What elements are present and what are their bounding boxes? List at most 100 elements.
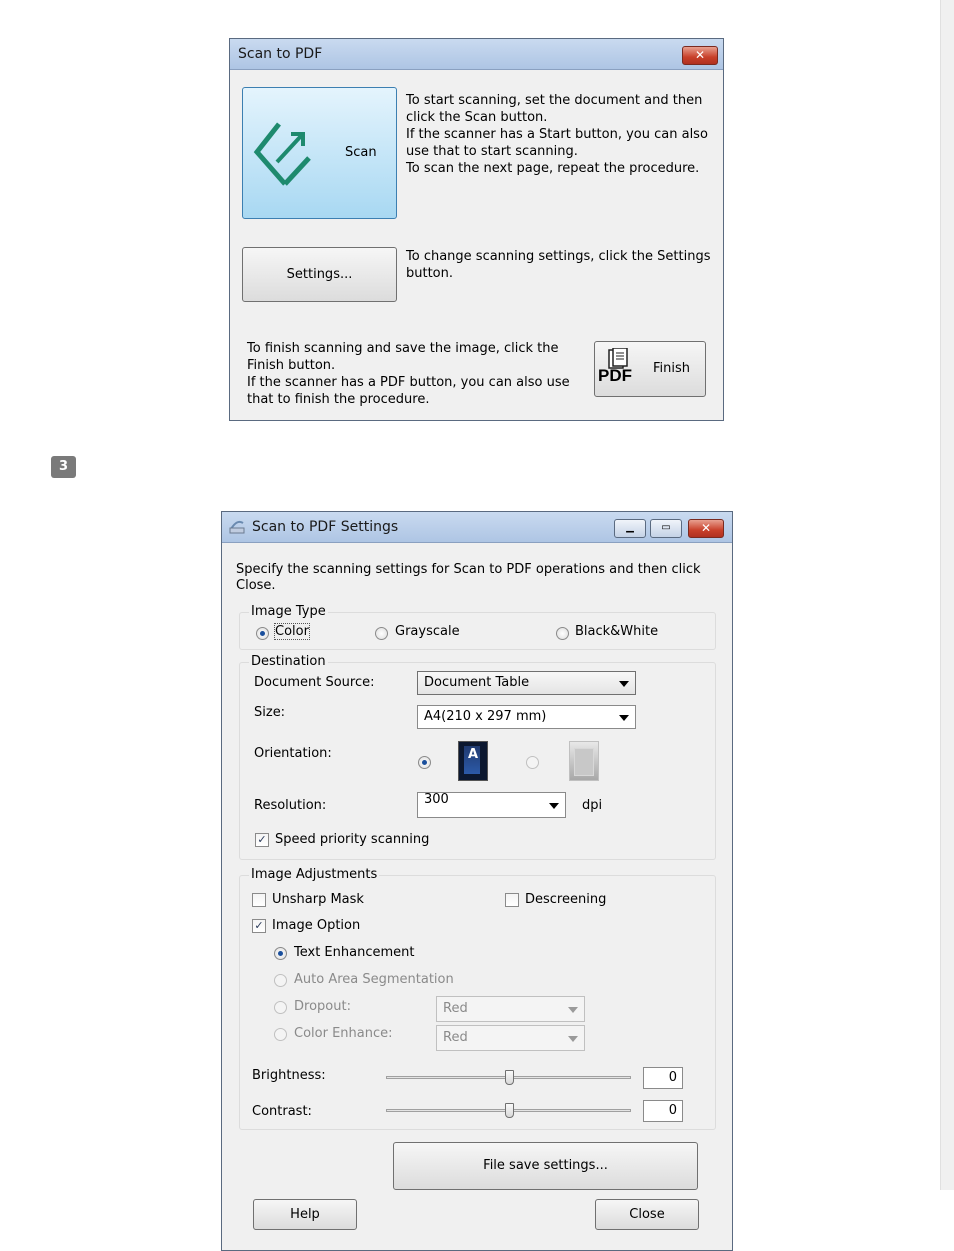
page-scrollbar[interactable] xyxy=(940,0,954,1235)
grayscale-option-label: Grayscale xyxy=(395,624,460,639)
checkmark-icon: ✓ xyxy=(257,833,267,846)
step-number-badge: 3 xyxy=(51,456,76,478)
close-icon: ✕ xyxy=(700,521,712,535)
close-button-label: Close xyxy=(629,1207,665,1222)
finish-text-line: To finish scanning and save the image, c… xyxy=(247,341,559,356)
finish-button[interactable]: PDF Finish xyxy=(594,341,706,397)
dialog-title: Scan to PDF xyxy=(238,46,323,62)
contrast-label: Contrast: xyxy=(252,1104,312,1119)
minimize-icon: ▁ xyxy=(626,522,634,533)
scan-text-line: To scan the next page, repeat the proced… xyxy=(406,161,700,176)
resolution-value: 300 xyxy=(424,792,449,807)
landscape-radio[interactable] xyxy=(526,756,539,769)
document-source-select[interactable]: Document Table xyxy=(417,671,636,695)
chevron-down-icon xyxy=(568,1007,578,1013)
settings-button-label: Settings... xyxy=(286,267,353,282)
settings-dialog-title: Scan to PDF Settings xyxy=(252,519,399,535)
scan-text-line: click the Scan button. xyxy=(406,110,548,125)
descreening-checkbox[interactable] xyxy=(505,893,519,907)
finish-instructions: To finish scanning and save the image, c… xyxy=(247,340,570,408)
maximize-button[interactable]: ▭ xyxy=(650,519,682,538)
scan-button-label: Scan xyxy=(345,145,377,160)
size-value: A4(210 x 297 mm) xyxy=(424,709,547,724)
text-enhancement-label: Text Enhancement xyxy=(294,945,415,960)
scan-instructions: To start scanning, set the document and … xyxy=(406,92,708,177)
chevron-down-icon xyxy=(549,803,559,809)
close-icon: ✕ xyxy=(694,48,706,62)
pdf-icon: PDF xyxy=(598,348,640,392)
portrait-radio[interactable] xyxy=(418,756,431,769)
black-white-option-label: Black&White xyxy=(575,624,659,639)
brightness-slider-thumb[interactable] xyxy=(505,1070,514,1085)
scan-to-pdf-settings-dialog: Scan to PDF Settings ▁ ▭ ✕ Specify the s… xyxy=(221,511,733,1251)
scan-text-line: If the scanner has a Start button, you c… xyxy=(406,127,708,142)
text-enhancement-radio[interactable] xyxy=(274,947,287,960)
color-enhance-select[interactable]: Red xyxy=(436,1025,585,1051)
unsharp-mask-checkbox[interactable] xyxy=(252,893,266,907)
scan-button[interactable]: Scan xyxy=(242,87,397,219)
intro-line: Specify the scanning settings for Scan t… xyxy=(236,562,701,577)
dialog-titlebar: Scan to PDF ✕ xyxy=(230,39,723,70)
image-option-label: Image Option xyxy=(272,918,361,933)
color-option-label: Color xyxy=(274,623,310,640)
size-label: Size: xyxy=(254,705,286,720)
black-white-radio[interactable] xyxy=(556,627,569,640)
scan-to-pdf-dialog: Scan to PDF ✕ Scan To start scanning, se… xyxy=(229,38,724,421)
unsharp-mask-label: Unsharp Mask xyxy=(272,892,364,907)
help-button-label: Help xyxy=(290,1207,320,1222)
chevron-down-icon xyxy=(619,681,629,687)
pdf-icon-label: PDF xyxy=(598,366,632,385)
chevron-down-icon xyxy=(568,1036,578,1042)
image-type-label: Image Type xyxy=(249,604,328,619)
image-option-checkbox[interactable]: ✓ xyxy=(252,919,266,933)
finish-text-line: Finish button. xyxy=(247,358,336,373)
scan-text-line: use that to start scanning. xyxy=(406,144,578,159)
close-button[interactable]: ✕ xyxy=(682,46,718,65)
file-save-settings-button[interactable]: File save settings... xyxy=(393,1142,698,1190)
scan-icon xyxy=(253,122,311,186)
finish-button-label: Finish xyxy=(653,361,691,376)
speed-priority-label: Speed priority scanning xyxy=(275,832,430,847)
document-source-value: Document Table xyxy=(424,675,530,690)
color-enhance-value: Red xyxy=(443,1030,468,1045)
dropout-value: Red xyxy=(443,1001,468,1016)
settings-close-button[interactable]: ✕ xyxy=(688,519,724,538)
dropout-select[interactable]: Red xyxy=(436,996,585,1022)
settings-text-line: To change scanning settings, click the S… xyxy=(406,249,711,264)
checkmark-icon: ✓ xyxy=(254,919,264,932)
color-radio[interactable] xyxy=(256,627,269,640)
color-enhance-radio[interactable] xyxy=(274,1028,287,1041)
descreening-label: Descreening xyxy=(525,892,607,907)
brightness-input[interactable]: 0 xyxy=(643,1067,683,1089)
document-source-label: Document Source: xyxy=(254,675,375,690)
contrast-slider-thumb[interactable] xyxy=(505,1103,514,1118)
close-button[interactable]: Close xyxy=(595,1199,699,1230)
finish-text-line: If the scanner has a PDF button, you can… xyxy=(247,375,570,390)
settings-instructions: To change scanning settings, click the S… xyxy=(406,248,710,282)
settings-button[interactable]: Settings... xyxy=(242,247,397,302)
help-button[interactable]: Help xyxy=(253,1199,357,1230)
finish-text-line: that to finish the procedure. xyxy=(247,392,430,407)
file-save-settings-label: File save settings... xyxy=(483,1158,608,1173)
landscape-orientation-icon xyxy=(569,741,599,781)
auto-area-segmentation-radio[interactable] xyxy=(274,974,287,987)
dropout-label: Dropout: xyxy=(294,999,351,1014)
minimize-button[interactable]: ▁ xyxy=(614,519,646,538)
contrast-input[interactable]: 0 xyxy=(643,1100,683,1122)
speed-priority-checkbox[interactable]: ✓ xyxy=(255,833,269,847)
intro-line: Close. xyxy=(236,578,276,593)
color-enhance-label: Color Enhance: xyxy=(294,1026,393,1041)
grayscale-radio[interactable] xyxy=(375,627,388,640)
size-select[interactable]: A4(210 x 297 mm) xyxy=(417,705,636,729)
resolution-unit: dpi xyxy=(582,798,603,813)
scan-text-line: To start scanning, set the document and … xyxy=(406,93,703,108)
portrait-orientation-icon: A xyxy=(458,741,488,781)
dropout-radio[interactable] xyxy=(274,1001,287,1014)
chevron-down-icon xyxy=(619,715,629,721)
settings-text-line: button. xyxy=(406,266,454,281)
orientation-label: Orientation: xyxy=(254,746,332,761)
auto-area-segmentation-label: Auto Area Segmentation xyxy=(294,972,454,987)
settings-titlebar: Scan to PDF Settings ▁ ▭ ✕ xyxy=(222,512,732,543)
settings-intro: Specify the scanning settings for Scan t… xyxy=(236,562,701,594)
resolution-select[interactable]: 300 xyxy=(417,792,566,818)
